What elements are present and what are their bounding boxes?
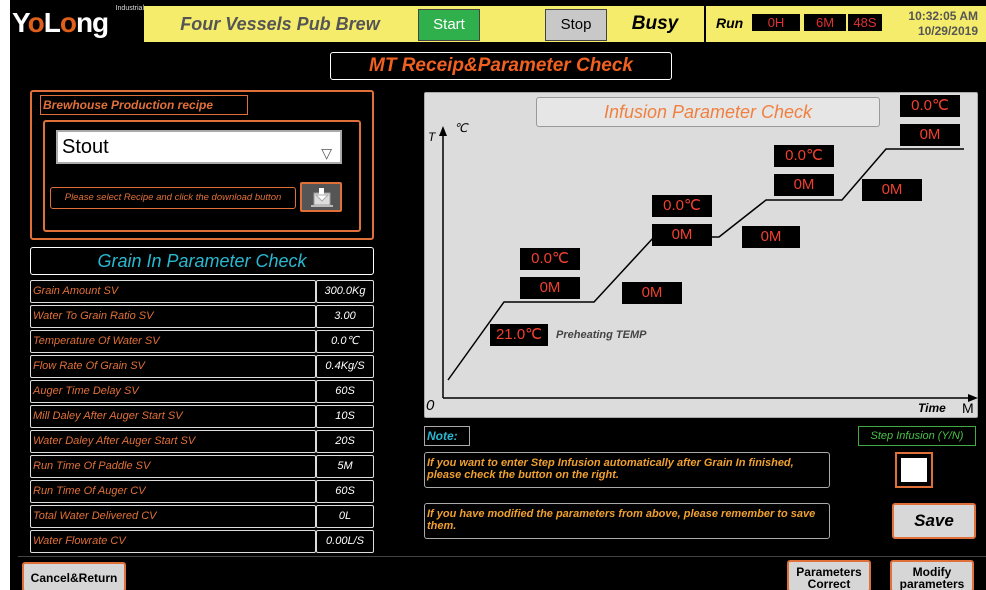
grain-param-value[interactable]: 0.4Kg/S	[316, 355, 374, 378]
run-minutes: 6M	[804, 14, 846, 31]
step4-hold[interactable]: 0M	[900, 124, 960, 146]
run-hours: 0H	[752, 14, 800, 31]
step2-hold[interactable]: 0M	[652, 224, 712, 246]
grain-param-value[interactable]: 60S	[316, 380, 374, 403]
grain-param-value[interactable]: 0.00L/S	[316, 530, 374, 553]
cancel-return-button[interactable]: Cancel&Return	[22, 562, 126, 590]
origin-label: 0	[426, 397, 435, 414]
logo-sub: Industrial	[115, 5, 144, 12]
grain-param-label: Flow Rate Of Grain SV	[30, 355, 316, 378]
step3-ramp[interactable]: 0M	[862, 179, 922, 201]
step3-temp[interactable]: 0.0℃	[774, 145, 834, 167]
clock-date: 10/29/2019	[917, 24, 978, 38]
grain-param-label: Temperature Of Water SV	[30, 330, 316, 353]
grain-param-value[interactable]: 5M	[316, 455, 374, 478]
run-seconds: 48S	[848, 14, 882, 31]
step2-ramp[interactable]: 0M	[742, 226, 800, 248]
grain-param-label: Water Flowrate CV	[30, 530, 316, 553]
grain-param-row: Mill Daley After Auger Start SV 10S	[30, 405, 374, 428]
step1-hold[interactable]: 0M	[520, 277, 580, 299]
x-axis-unit: M	[962, 400, 974, 416]
hmi-screen: YoLong Industrial Four Vessels Pub Brew …	[10, 0, 986, 590]
grain-param-row: Auger Time Delay SV 60S	[30, 380, 374, 403]
page-title: MT Receip&Parameter Check	[330, 52, 672, 80]
yolong-logo: YoLong Industrial	[12, 5, 144, 40]
infusion-chart	[439, 126, 978, 402]
step3-hold[interactable]: 0M	[774, 174, 834, 196]
grain-param-label: Run Time Of Auger CV	[30, 480, 316, 503]
grain-param-value[interactable]: 10S	[316, 405, 374, 428]
note-message-step-infusion: If you want to enter Step Infusion autom…	[424, 452, 830, 488]
parameters-correct-button[interactable]: Parameters Correct	[787, 560, 871, 590]
grain-param-value[interactable]: 300.0Kg	[316, 280, 374, 303]
save-button[interactable]: Save	[892, 503, 976, 539]
grain-param-label: Run Time Of Paddle SV	[30, 455, 316, 478]
grain-param-row: Run Time Of Auger CV 60S	[30, 480, 374, 503]
step4-temp[interactable]: 0.0℃	[900, 95, 960, 117]
recipe-select-value: Stout	[62, 136, 109, 158]
stop-button[interactable]: Stop	[545, 9, 607, 41]
grain-param-row: Flow Rate Of Grain SV 0.4Kg/S	[30, 355, 374, 378]
grain-section-title: Grain In Parameter Check	[30, 247, 374, 275]
step-infusion-label: Step Infusion (Y/N)	[858, 426, 976, 446]
recipe-section-title: Brewhouse Production recipe	[40, 95, 248, 115]
step2-temp[interactable]: 0.0℃	[652, 195, 712, 217]
grain-param-label: Water To Grain Ratio SV	[30, 305, 316, 328]
modify-parameters-button[interactable]: Modify parameters	[890, 560, 974, 590]
step1-temp[interactable]: 0.0℃	[520, 248, 580, 270]
grain-param-row: Run Time Of Paddle SV 5M	[30, 455, 374, 478]
plant-name: Four Vessels Pub Brew	[180, 14, 380, 34]
grain-param-label: Total Water Delivered CV	[30, 505, 316, 528]
y-axis-arrow	[439, 126, 447, 136]
note-message-save: If you have modified the parameters from…	[424, 503, 830, 539]
grain-param-row: Water To Grain Ratio SV 3.00	[30, 305, 374, 328]
run-label: Run	[716, 15, 744, 31]
grain-param-value[interactable]: 20S	[316, 430, 374, 453]
recipe-hint: Please select Recipe and click the downl…	[50, 187, 296, 209]
preheat-temp-value[interactable]: 21.0℃	[490, 324, 548, 346]
grain-param-label: Water Daley After Auger Start SV	[30, 430, 316, 453]
step-infusion-checkbox[interactable]	[895, 452, 933, 488]
grain-param-row: Water Daley After Auger Start SV 20S	[30, 430, 374, 453]
grain-param-label: Auger Time Delay SV	[30, 380, 316, 403]
download-button[interactable]	[300, 182, 342, 212]
grain-param-row: Water Flowrate CV 0.00L/S	[30, 530, 374, 553]
clock: 10:32:05 AM 10/29/2019	[906, 6, 986, 42]
grain-param-value[interactable]: 0.0℃	[316, 330, 374, 353]
preheat-label: Preheating TEMP	[556, 329, 647, 341]
y-axis-t-label: T	[428, 130, 436, 144]
step1-ramp[interactable]: 0M	[622, 282, 682, 304]
status-text: Busy	[631, 13, 679, 34]
download-icon	[311, 188, 333, 207]
checkbox-face	[901, 458, 927, 482]
grain-param-label: Grain Amount SV	[30, 280, 316, 303]
grain-param-value[interactable]: 3.00	[316, 305, 374, 328]
clock-time: 10:32:05 AM	[908, 9, 978, 23]
grain-param-row: Grain Amount SV 300.0Kg	[30, 280, 374, 303]
chevron-down-icon: ▽	[321, 145, 332, 161]
grain-param-row: Temperature Of Water SV 0.0℃	[30, 330, 374, 353]
grain-param-row: Total Water Delivered CV 0L	[30, 505, 374, 528]
x-axis-label: Time	[918, 401, 946, 415]
grain-param-value[interactable]: 0L	[316, 505, 374, 528]
logo-text: YoLong	[12, 7, 109, 38]
recipe-select[interactable]: Stout ▽	[56, 130, 342, 164]
grain-param-value[interactable]: 60S	[316, 480, 374, 503]
note-label: Note:	[424, 426, 470, 446]
grain-param-label: Mill Daley After Auger Start SV	[30, 405, 316, 428]
start-button[interactable]: Start	[418, 9, 480, 41]
y-axis-unit: ℃	[454, 121, 468, 135]
